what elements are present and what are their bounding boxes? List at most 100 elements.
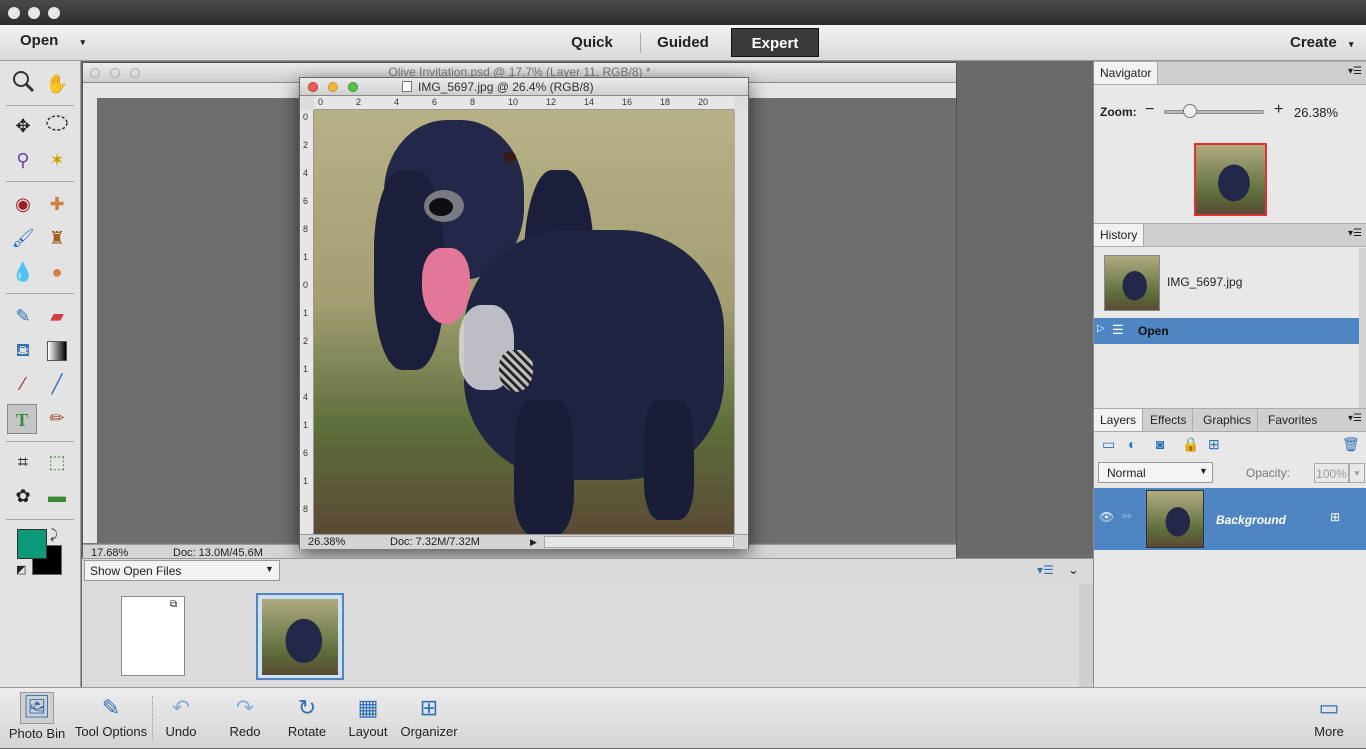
panel-menu-icon[interactable]: ▾☰ [1348,66,1362,77]
layer-lock-icon: ⊞ [1330,510,1341,524]
horizontal-scrollbar[interactable] [544,536,734,548]
tab-expert[interactable]: Expert [731,28,819,57]
opacity-input[interactable]: 100% [1314,463,1349,483]
layer-row-background[interactable]: 👁 ⚯ Background ⊞ [1094,488,1366,550]
smart-brush-tool-icon[interactable]: 🖌 [8,223,38,253]
move-tool-icon[interactable]: ✥ [8,111,38,141]
zoom-document-button[interactable] [348,82,358,92]
organizer-button[interactable]: ⊞ Organizer [398,688,460,749]
default-colors-icon[interactable]: ◩ [16,563,26,576]
eyedropper-tool-icon[interactable]: ⁄ [8,369,38,399]
eraser-tool-icon[interactable]: ▰ [42,301,72,331]
vertical-scrollbar[interactable] [734,110,748,534]
new-layer-icon[interactable]: ▭ [1102,436,1115,453]
redo-button[interactable]: ↷ Redo [222,688,268,749]
photo-bin-button[interactable]: 🖼 Photo Bin [6,688,68,749]
healing-brush-tool-icon[interactable]: ✚ [42,189,72,219]
history-scrollbar[interactable] [1359,248,1366,408]
create-menu-button[interactable]: Create ▾ [1290,34,1353,51]
panel-menu-icon[interactable]: ▾☰ [1348,413,1362,424]
panel-menu-icon[interactable]: ▾☰ [1348,228,1362,239]
open-menu-button[interactable]: Open ▾ [20,32,85,49]
tab-graphics[interactable]: Graphics [1197,409,1259,431]
layout-button[interactable]: ▦ Layout [342,688,394,749]
ruler-tick-label: 1 [303,308,309,318]
show-open-files-dropdown[interactable]: Show Open Files ▼ [84,560,280,581]
zoom-tool-icon[interactable] [8,69,38,99]
cookie-cutter-tool-icon[interactable]: ✿ [8,481,38,511]
quick-selection-tool-icon[interactable]: ⚲ [8,145,38,175]
red-eye-tool-icon[interactable]: ◉ [8,189,38,219]
lock-transparency-icon[interactable]: ⊞ [1208,436,1220,453]
link-icon[interactable]: ⚯ [1122,510,1131,523]
clone-stamp-tool-icon[interactable]: ♜ [42,223,72,253]
type-tool-icon[interactable]: T [7,404,37,434]
sponge-tool-icon[interactable]: ● [42,257,72,287]
document-window-img-5697[interactable]: IMG_5697.jpg @ 26.4% (RGB/8) 0 2 4 6 8 10 12 14… [299,77,749,549]
more-button[interactable]: ▭ More [1306,688,1352,749]
navigator-preview[interactable] [1194,143,1267,216]
history-snapshot-thumbnail[interactable] [1104,255,1160,311]
right-panel: Navigator ▾☰ Zoom: − + 26.38% History ▾☰… [1093,61,1366,687]
opacity-dropdown-icon[interactable]: ▼ [1349,463,1365,483]
zoom-window-button[interactable] [48,7,60,19]
ruler-tick-label: 4 [303,168,309,178]
recompose-tool-icon[interactable]: ⬚ [42,447,72,477]
pencil-tool-icon[interactable]: ✏ [42,403,72,433]
tab-history[interactable]: History [1094,224,1145,246]
play-arrow-icon[interactable]: ▶ [530,535,537,549]
trash-icon[interactable]: 🗑 [1342,436,1360,453]
zoom-slider-knob[interactable] [1183,104,1197,118]
minimize-window-button[interactable] [28,7,40,19]
zoom-document-button[interactable] [130,68,140,78]
photo-canvas[interactable] [314,110,734,534]
gradient-tool-icon[interactable] [42,335,72,365]
visibility-eye-icon[interactable]: 👁 [1099,510,1114,524]
lock-all-icon[interactable]: 🔒 [1182,436,1199,453]
chevron-down-icon: ▾ [80,37,86,47]
redo-icon: ↷ [235,695,255,720]
layer-mask-icon[interactable]: ◙ [1156,436,1164,452]
hand-tool-icon[interactable]: ✋ [42,69,72,99]
close-window-button[interactable] [8,7,20,19]
blend-mode-dropdown[interactable]: Normal ▼ [1098,462,1213,483]
bin-menu-icon[interactable]: ▾☰ [1037,563,1054,577]
zoom-slider[interactable] [1164,110,1264,114]
thumbnail-olive-invitation[interactable]: ⧉ [121,596,185,676]
tab-quick[interactable]: Quick [552,28,632,57]
bin-scrollbar[interactable] [1079,584,1093,687]
brush-tool-icon[interactable]: ✎ [8,301,38,331]
tab-guided[interactable]: Guided [643,28,723,57]
adjustment-layer-icon[interactable]: ◐ [1128,436,1136,452]
blur-tool-icon[interactable]: 💧 [8,257,38,287]
tool-options-button[interactable]: ✎ Tool Options [70,688,152,749]
thumbnail-img-5697[interactable] [256,593,344,680]
foreground-color-swatch[interactable] [17,529,47,559]
paint-bucket-tool-icon[interactable]: ⛾ [8,335,38,365]
tool-options-label: Tool Options [74,724,148,739]
zoom-in-icon[interactable]: + [1274,101,1283,119]
ruler-tick-label: 2 [356,97,362,107]
swap-colors-icon[interactable]: ⤸ [50,527,58,543]
rotate-button[interactable]: ↻ Rotate [282,688,332,749]
marquee-tool-icon[interactable] [42,111,72,141]
close-document-button[interactable] [90,68,100,78]
magic-wand-tool-icon[interactable]: ✶ [42,145,72,175]
divider [640,33,641,53]
minimize-document-button[interactable] [328,82,338,92]
zoom-out-icon[interactable]: − [1145,101,1154,119]
undo-button[interactable]: ↶ Undo [158,688,204,749]
tab-navigator[interactable]: Navigator [1094,62,1159,84]
crop-tool-icon[interactable]: ⌗ [8,447,38,477]
chevron-down-icon[interactable]: ⌄ [1068,562,1079,578]
tab-effects[interactable]: Effects [1144,409,1194,431]
minimize-document-button[interactable] [110,68,120,78]
tab-layers[interactable]: Layers [1094,409,1144,431]
straighten-tool-icon[interactable]: ▬ [42,481,72,511]
photo-bin-label: Photo Bin [8,726,66,741]
custom-shape-tool-icon[interactable]: ╱ [42,369,72,399]
history-step-open[interactable]: ▷ ☰ Open [1094,318,1359,344]
close-document-button[interactable] [308,82,318,92]
tab-favorites[interactable]: Favorites [1262,409,1323,431]
organizer-label: Organizer [400,724,458,739]
